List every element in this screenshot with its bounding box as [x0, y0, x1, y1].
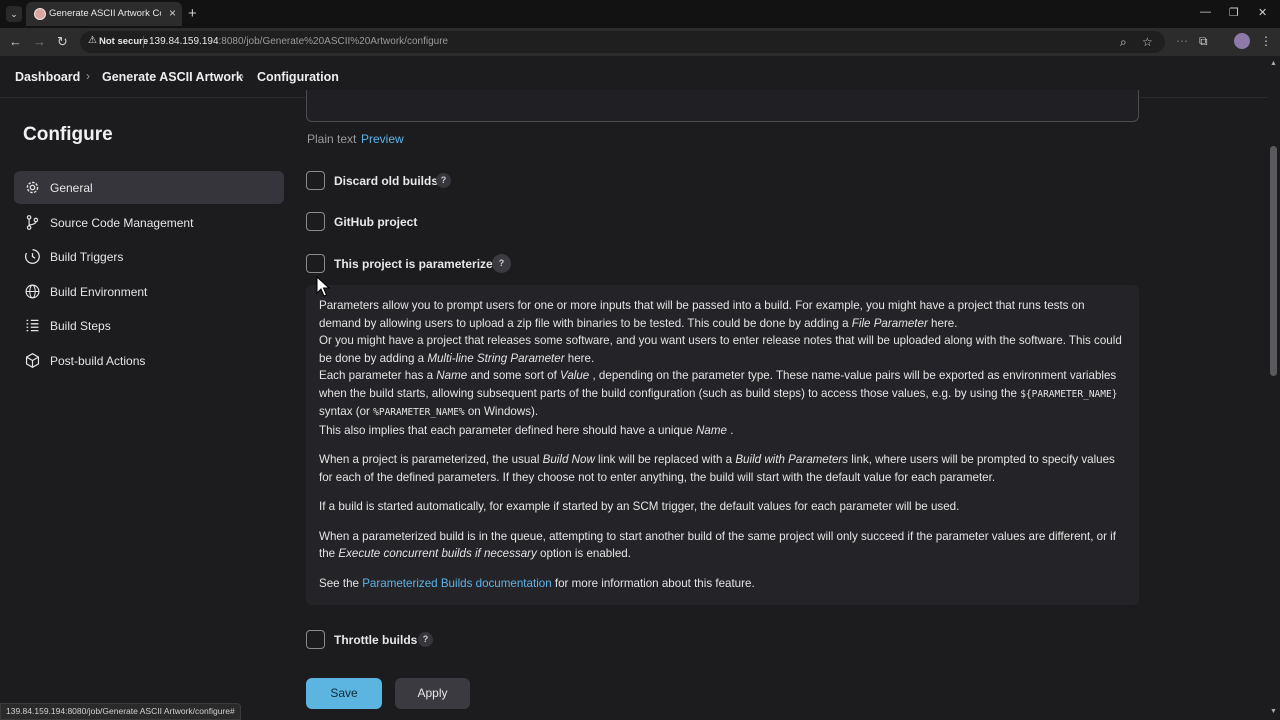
window-close-icon[interactable]: ✕ — [1258, 6, 1267, 19]
scrollbar-thumb[interactable] — [1270, 146, 1277, 376]
browser-toolbar: ← → ↻ ⚠ Not secure 139.84.159.194:8080/j… — [0, 28, 1280, 56]
parameterized-label[interactable]: This project is parameterized — [334, 257, 500, 271]
help-paragraph: See the Parameterized Builds documentati… — [319, 576, 755, 590]
zoom-icon[interactable]: ⌕ — [1120, 35, 1127, 50]
browser-tab[interactable]: Generate ASCII Artwork Config × — [26, 2, 182, 26]
status-bar-url: 139.84.159.194:8080/job/Generate ASCII A… — [0, 703, 241, 720]
page-title: Configure — [23, 124, 113, 145]
minimize-icon[interactable]: — — [1200, 6, 1211, 18]
not-secure-label[interactable]: Not secure — [99, 36, 148, 47]
globe-icon — [25, 284, 40, 299]
sidebar-item-label: Source Code Management — [50, 215, 194, 230]
branch-icon — [26, 214, 39, 230]
warning-icon: ⚠ — [88, 35, 97, 46]
help-paragraph: Parameters allow you to prompt users for… — [319, 299, 1085, 330]
help-icon[interactable]: ? — [492, 254, 511, 273]
page-scrollbar[interactable]: ▲ ▼ — [1268, 56, 1280, 720]
jenkins-favicon-icon — [34, 8, 46, 20]
description-textarea[interactable] — [306, 90, 1139, 122]
extensions-icon[interactable]: ⧉ — [1199, 34, 1208, 49]
sidebar-item-build-steps[interactable]: Build Steps — [14, 309, 284, 342]
new-tab-icon[interactable]: + — [188, 5, 197, 22]
clock-icon — [25, 249, 40, 265]
jenkins-page: Dashboard › Generate ASCII Artwork › Con… — [0, 56, 1280, 720]
github-project-label[interactable]: GitHub project — [334, 215, 417, 229]
preview-link[interactable]: Preview — [361, 132, 404, 146]
github-project-checkbox[interactable] — [306, 212, 325, 231]
tab-close-icon[interactable]: × — [169, 6, 176, 20]
sidebar-item-general[interactable]: General — [14, 171, 284, 204]
browser-menu-icon[interactable]: ⋮ — [1260, 34, 1272, 48]
bookmark-star-icon[interactable]: ☆ — [1142, 35, 1153, 49]
breadcrumb-job[interactable]: Generate ASCII Artwork — [102, 70, 243, 84]
list-icon — [26, 320, 39, 332]
breadcrumb-dashboard[interactable]: Dashboard — [15, 70, 80, 84]
parameterized-checkbox[interactable] — [306, 254, 325, 273]
sidebar-item-label: Build Triggers — [50, 250, 124, 265]
back-icon[interactable]: ← — [9, 34, 22, 49]
sidebar-item-source-code-management[interactable]: Source Code Management — [14, 206, 284, 239]
help-paragraph: If a build is started automatically, for… — [319, 500, 960, 513]
github-project-option: GitHub project — [306, 212, 506, 234]
forward-icon[interactable]: → — [33, 34, 46, 49]
sidebar-item-label: Post-build Actions — [50, 353, 146, 368]
parameterized-builds-doc-link[interactable]: Parameterized Builds documentation — [362, 577, 551, 590]
plain-text-label: Plain text — [307, 132, 357, 146]
save-button[interactable]: Save — [306, 678, 382, 709]
omnibox-divider — [143, 36, 144, 48]
mouse-cursor-icon — [316, 276, 331, 297]
sidebar-item-build-triggers[interactable]: Build Triggers — [14, 240, 284, 273]
sidebar-item-label: Build Steps — [50, 319, 111, 334]
browser-tab-bar: ⌄ Generate ASCII Artwork Config × + — ❐ … — [0, 0, 1280, 28]
tab-title: Generate ASCII Artwork Config — [49, 8, 161, 19]
throttle-builds-checkbox[interactable] — [306, 630, 325, 649]
extension-divider-icon: ⋯ — [1176, 34, 1188, 48]
throttle-builds-option: Throttle builds ? — [306, 630, 506, 652]
discard-old-builds-label[interactable]: Discard old builds — [334, 174, 438, 188]
chevron-right-icon: › — [240, 69, 244, 83]
parameterized-help-panel: Parameters allow you to prompt users for… — [306, 285, 1139, 605]
url-host: 139.84.159.194 — [149, 36, 219, 47]
apply-button[interactable]: Apply — [395, 678, 470, 709]
sidebar-item-post-build-actions[interactable]: Post-build Actions — [14, 344, 284, 377]
help-paragraph: When a parameterized build is in the que… — [319, 529, 1116, 561]
reload-icon[interactable]: ↻ — [57, 34, 68, 50]
restore-icon[interactable]: ❐ — [1229, 6, 1239, 19]
discard-old-builds-checkbox[interactable] — [306, 171, 325, 190]
sidebar-item-label: General — [50, 181, 93, 195]
tab-search-button[interactable]: ⌄ — [6, 6, 22, 22]
help-paragraph: This also implies that each parameter de… — [319, 423, 734, 437]
sidebar-item-label: Build Environment — [50, 284, 148, 299]
scroll-down-icon[interactable]: ▼ — [1270, 708, 1277, 715]
parameterized-option: This project is parameterized ? — [306, 254, 566, 276]
help-icon[interactable]: ? — [418, 632, 433, 647]
profile-avatar[interactable] — [1234, 33, 1250, 49]
help-paragraph: Or you might have a project that release… — [319, 334, 1122, 365]
throttle-builds-label[interactable]: Throttle builds — [334, 633, 417, 647]
address-bar[interactable]: ⚠ Not secure 139.84.159.194:8080/job/Gen… — [80, 31, 1165, 53]
chevron-right-icon: › — [86, 69, 90, 83]
breadcrumb-configuration[interactable]: Configuration — [257, 70, 339, 84]
package-icon — [25, 352, 40, 368]
scroll-up-icon[interactable]: ▲ — [1270, 60, 1277, 67]
sidebar-item-build-environment[interactable]: Build Environment — [14, 275, 284, 308]
url-path: :8080/job/Generate%20ASCII%20Artwork/con… — [218, 36, 449, 47]
url-text[interactable]: 139.84.159.194:8080/job/Generate%20ASCII… — [149, 36, 448, 47]
gear-icon — [26, 181, 39, 194]
help-icon[interactable]: ? — [436, 173, 451, 188]
help-paragraph: Each parameter has a Name and some sort … — [319, 369, 1118, 418]
sidebar-nav: General Source Code Management Build Tri… — [14, 171, 284, 379]
help-paragraph: When a project is parameterized, the usu… — [319, 453, 1115, 484]
discard-old-builds-option: Discard old builds ? — [306, 171, 506, 193]
